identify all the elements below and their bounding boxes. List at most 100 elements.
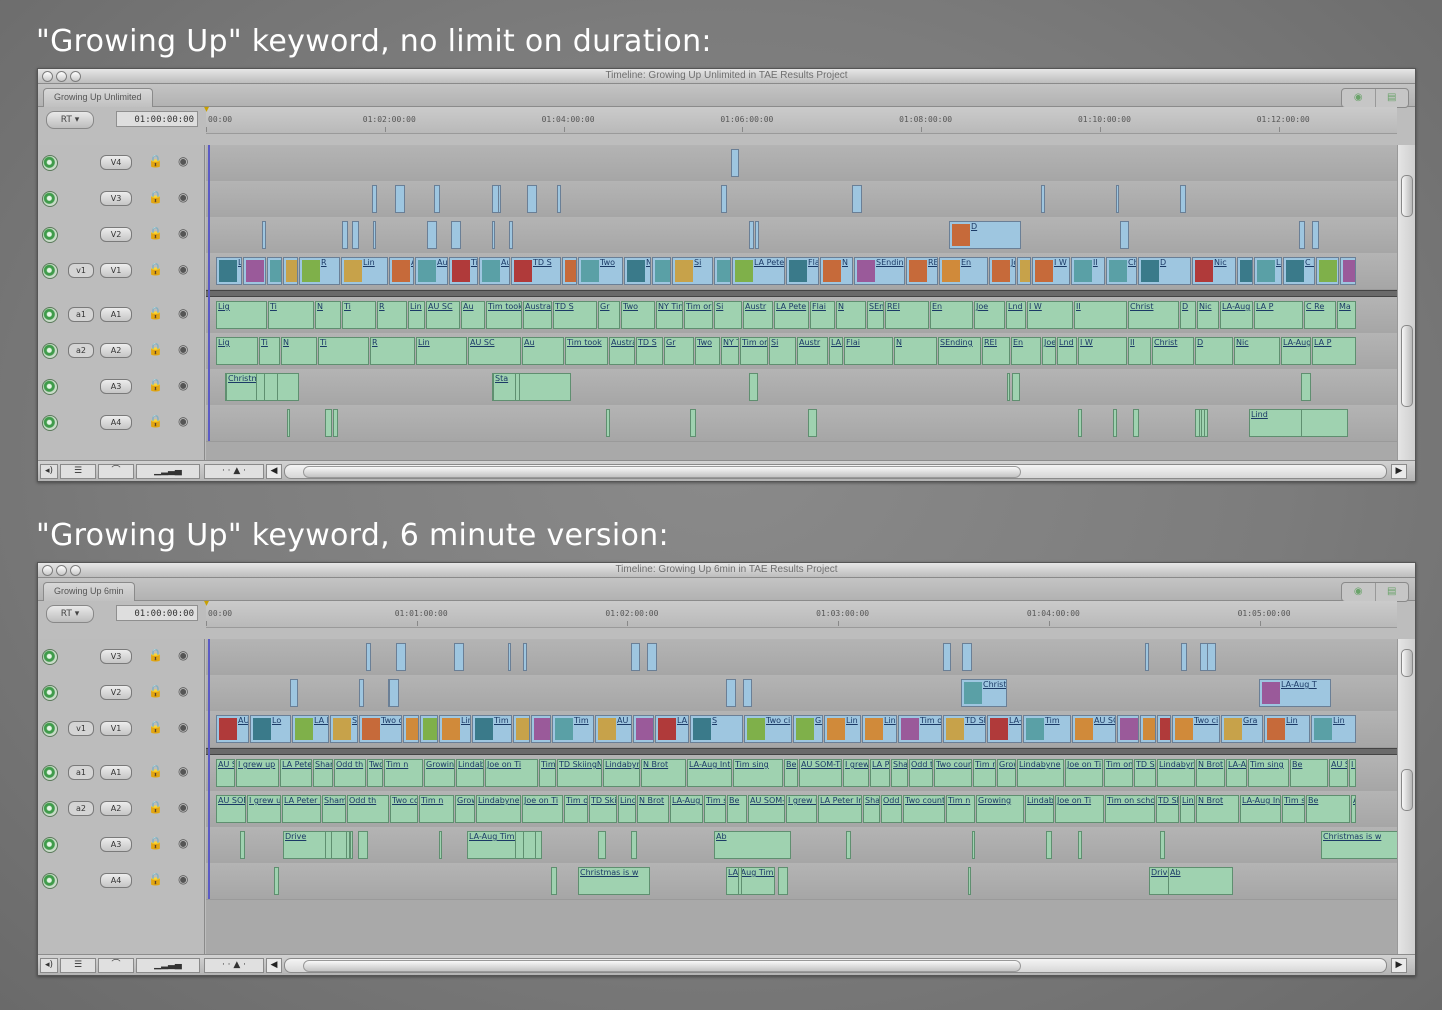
track-lane-a3[interactable]: DLindChristmSta: [206, 369, 1397, 406]
clip[interactable]: D: [949, 221, 1021, 249]
clip[interactable]: Tim on school: [539, 759, 556, 787]
clip[interactable]: [1200, 643, 1208, 671]
clip[interactable]: I grew up: [786, 795, 817, 823]
clip[interactable]: Joe on Ti: [522, 795, 563, 823]
clip[interactable]: Tim on school: [1104, 759, 1133, 787]
auto-select-icon[interactable]: ◉: [178, 414, 188, 428]
clip[interactable]: Gra: [1221, 715, 1263, 743]
clip[interactable]: [557, 185, 561, 213]
sequence-tab[interactable]: Growing Up Unlimited: [43, 88, 153, 107]
clip[interactable]: Ti: [259, 337, 280, 365]
clip[interactable]: N: [281, 337, 317, 365]
lock-track-icon[interactable]: 🔒: [148, 342, 163, 356]
clip[interactable]: I W: [1078, 337, 1127, 365]
clip[interactable]: Lin: [1311, 715, 1356, 743]
time-ruler[interactable]: 00:00 01:01:00:00 01:02:00:00 01:03:00:00 01…: [204, 598, 1397, 628]
clip[interactable]: Shame: [313, 759, 333, 787]
clip[interactable]: Joe on Ti: [1055, 795, 1104, 823]
clip[interactable]: [1046, 831, 1052, 859]
clip[interactable]: Lindabyne: [476, 795, 521, 823]
clip[interactable]: Nic: [1234, 337, 1280, 365]
clip[interactable]: Ti: [243, 257, 266, 285]
clip[interactable]: TD S: [553, 301, 597, 329]
lock-track-icon[interactable]: 🔒: [148, 800, 163, 814]
clip[interactable]: N: [894, 337, 937, 365]
clip[interactable]: LA Pete: [732, 257, 785, 285]
clip[interactable]: N Brot: [641, 759, 686, 787]
lock-track-icon[interactable]: 🔒: [148, 720, 163, 734]
clip[interactable]: Austral: [609, 337, 635, 365]
clip[interactable]: S: [690, 715, 743, 743]
clip[interactable]: S: [330, 715, 358, 743]
vertical-scrollbar[interactable]: [1397, 145, 1415, 461]
clip[interactable]: [551, 867, 557, 895]
clip[interactable]: [262, 221, 266, 249]
clip[interactable]: Tim on s: [472, 715, 512, 743]
clip[interactable]: LA Peter Interview: [870, 759, 890, 787]
clip[interactable]: Ab: [714, 831, 791, 859]
clip[interactable]: LA P: [1312, 337, 1356, 365]
clip[interactable]: [287, 409, 290, 437]
clip[interactable]: Shame: [322, 795, 346, 823]
lock-track-icon[interactable]: 🔒: [148, 226, 163, 240]
clip[interactable]: [515, 373, 520, 401]
clip[interactable]: Two ci: [744, 715, 792, 743]
source-patch-button[interactable]: a1: [68, 765, 94, 780]
clip[interactable]: [1299, 221, 1305, 249]
clip[interactable]: [498, 185, 501, 213]
clip[interactable]: [968, 867, 971, 895]
clip[interactable]: En: [1011, 337, 1041, 365]
track-visibility-icon[interactable]: [42, 415, 58, 431]
clip[interactable]: TD S: [636, 337, 663, 365]
lock-track-icon[interactable]: 🔒: [148, 378, 163, 392]
clip[interactable]: AU SOM-Tim: [1329, 759, 1348, 787]
horizontal-scrollbar[interactable]: [284, 958, 1387, 973]
clip[interactable]: NY Tin: [656, 301, 683, 329]
clip[interactable]: Two countrie: [934, 759, 972, 787]
clip[interactable]: Tim n: [419, 795, 454, 823]
clip[interactable]: [778, 867, 788, 895]
clip[interactable]: [726, 679, 736, 707]
track-visibility-icon[interactable]: [42, 873, 58, 889]
clip[interactable]: NY Tin: [624, 257, 651, 285]
clip[interactable]: LA P: [1254, 301, 1303, 329]
track-lane-v1[interactable]: LigTiNTiRLinAU SCAuTim tookAustralTD SGr…: [206, 253, 1397, 290]
clip[interactable]: Ti: [342, 301, 376, 329]
clip[interactable]: Lin: [1264, 715, 1310, 743]
source-patch-button[interactable]: a2: [68, 343, 94, 358]
clip[interactable]: [738, 867, 742, 895]
track-lane-a1[interactable]: AU SOM-TimI grew upLA Peter InterviewSha…: [206, 755, 1397, 792]
clip[interactable]: REI: [982, 337, 1010, 365]
clip[interactable]: Flai: [810, 301, 835, 329]
clip[interactable]: Two: [695, 337, 720, 365]
clip[interactable]: Tim or: [740, 337, 768, 365]
linking-toggle-icon[interactable]: ▤: [1376, 89, 1409, 107]
clip[interactable]: D: [1138, 257, 1191, 285]
clip[interactable]: [731, 149, 739, 177]
clip[interactable]: [389, 679, 399, 707]
clip[interactable]: Ti: [268, 301, 314, 329]
audio-controls-icon[interactable]: ◂): [40, 464, 58, 479]
clip[interactable]: [1312, 221, 1319, 249]
clip[interactable]: Si: [769, 337, 796, 365]
clip[interactable]: AU SON: [595, 715, 632, 743]
clip[interactable]: AU SC: [426, 301, 460, 329]
clip[interactable]: Tim took: [565, 337, 608, 365]
clip[interactable]: REI: [906, 257, 938, 285]
destination-patch-button[interactable]: V3: [100, 191, 132, 206]
scroll-right-arrow[interactable]: ▶: [1391, 464, 1407, 479]
clip[interactable]: Tim: [1023, 715, 1071, 743]
zoom-control[interactable]: · · ▲ ·: [204, 958, 264, 973]
auto-select-icon[interactable]: ◉: [178, 684, 188, 698]
clip[interactable]: LA-Aug T: [1259, 679, 1331, 707]
clip[interactable]: Gra: [793, 715, 823, 743]
clip[interactable]: Two countrie: [390, 795, 418, 823]
clip[interactable]: Tim on s: [898, 715, 942, 743]
clip[interactable]: [606, 409, 610, 437]
clip[interactable]: Au: [461, 301, 485, 329]
clip[interactable]: Joe on Ti: [485, 759, 538, 787]
clip[interactable]: Tim: [552, 715, 594, 743]
clip[interactable]: [509, 221, 513, 249]
scroll-right-arrow[interactable]: ▶: [1391, 958, 1407, 973]
clip[interactable]: Christmas is w: [578, 867, 650, 895]
